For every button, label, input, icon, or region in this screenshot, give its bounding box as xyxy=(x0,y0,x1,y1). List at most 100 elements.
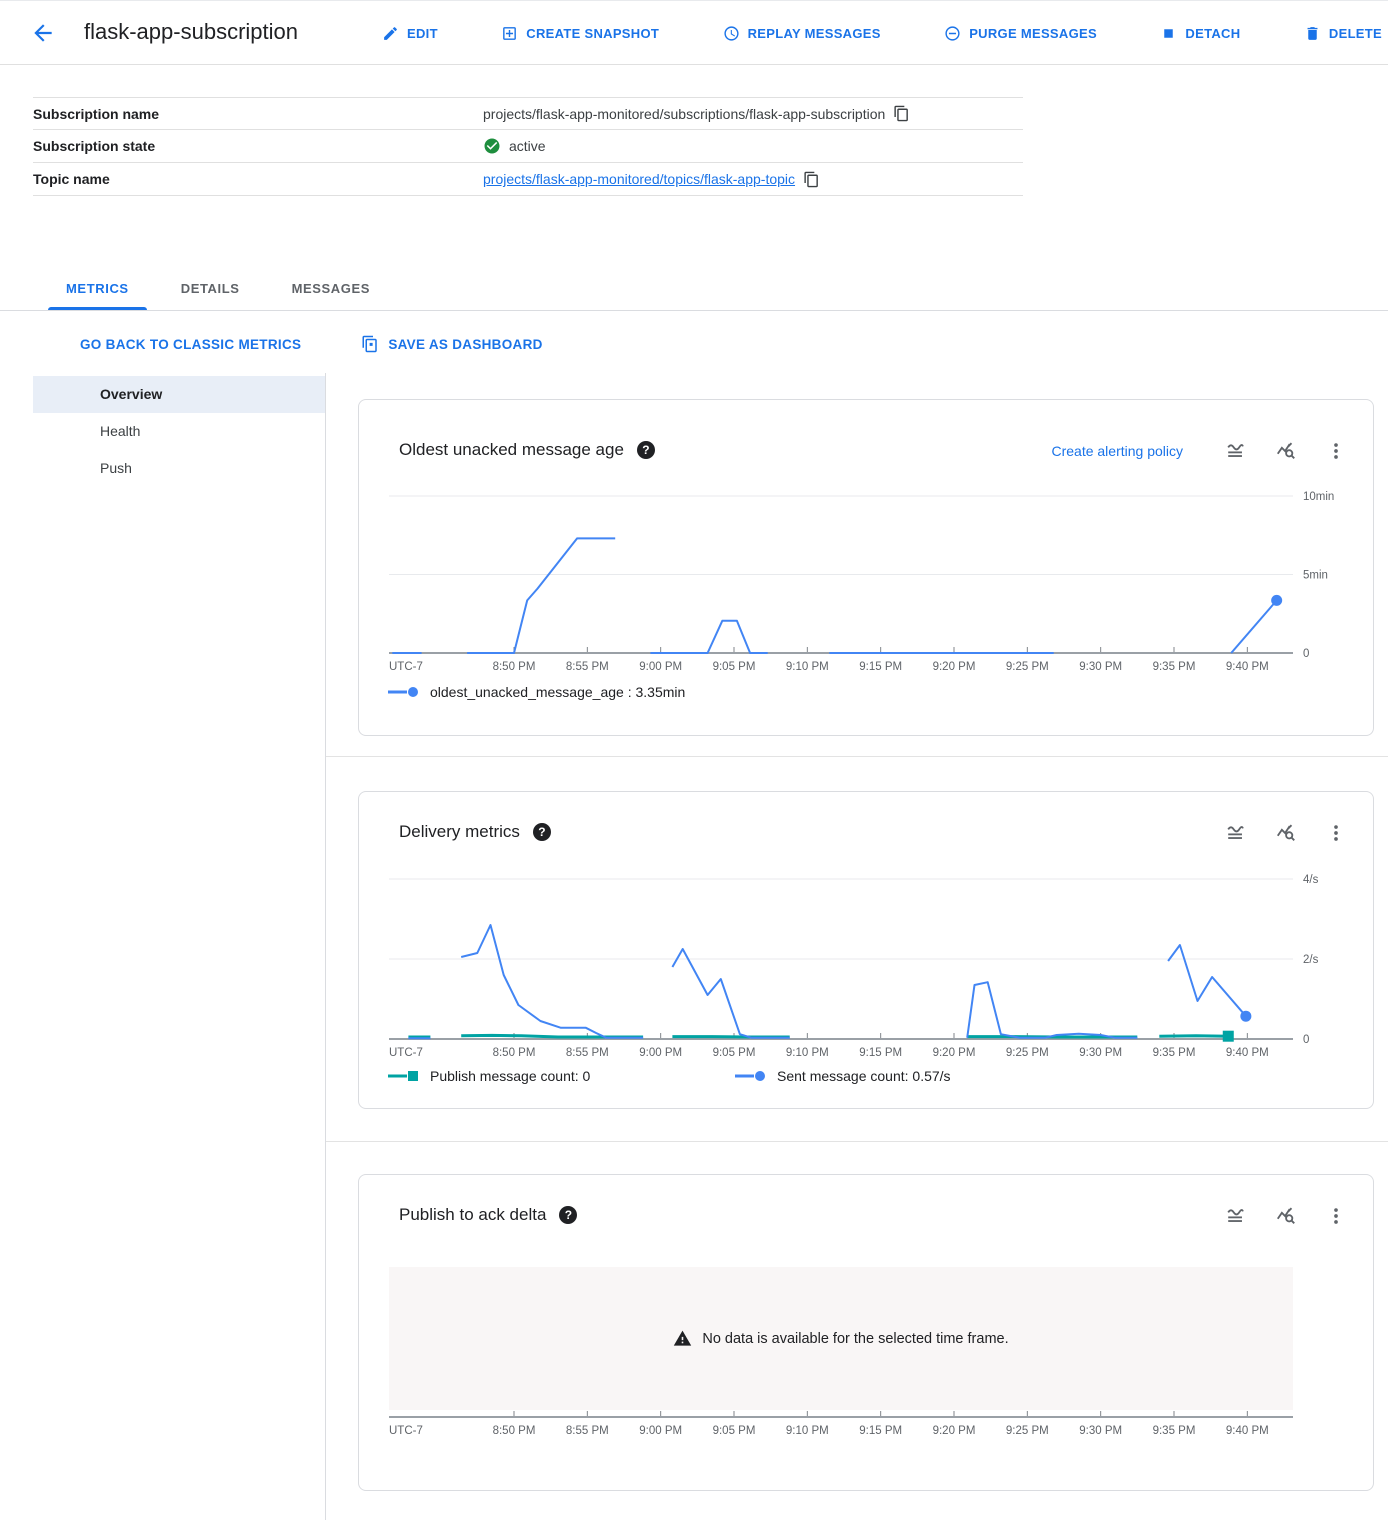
trash-icon xyxy=(1304,25,1321,42)
chart-card-oldest-unacked: Oldest unacked message age ? Create aler… xyxy=(358,399,1374,736)
x-tick-label: 8:55 PM xyxy=(566,1047,609,1059)
series-end-marker xyxy=(1271,595,1282,606)
legend-item: Sent message count: 0.57/s xyxy=(732,1068,1079,1084)
series-end-marker xyxy=(1223,1031,1234,1042)
x-tick-label: 9:10 PM xyxy=(786,661,829,673)
delivery-metrics-chart: 4/s2/s08:50 PM8:55 PM9:00 PM9:05 PM9:10 … xyxy=(359,792,1373,1108)
replay-messages-button[interactable]: REPLAY MESSAGES xyxy=(723,25,881,42)
purge-messages-label: PURGE MESSAGES xyxy=(969,26,1097,41)
tab-messages[interactable]: MESSAGES xyxy=(266,267,396,310)
go-back-classic-metrics-link[interactable]: GO BACK TO CLASSIC METRICS xyxy=(80,337,301,352)
x-tick-label: 9:05 PM xyxy=(713,1047,756,1059)
x-tick-label: 9:30 PM xyxy=(1079,1425,1122,1437)
timezone-label: UTC-7 xyxy=(389,1047,423,1059)
legend-label: oldest_unacked_message_age : 3.35min xyxy=(430,684,685,700)
detach-button[interactable]: DETACH xyxy=(1160,25,1240,42)
subscription-name-label: Subscription name xyxy=(33,106,483,122)
dashboard-copy-icon xyxy=(361,335,379,353)
legend-marker xyxy=(385,685,421,699)
table-row: Topic name projects/flask-app-monitored/… xyxy=(33,163,1023,196)
tab-bar: METRICS DETAILS MESSAGES xyxy=(0,267,1388,311)
sidebar-item-push[interactable]: Push xyxy=(33,450,325,487)
section-divider xyxy=(326,1141,1388,1142)
y-axis-label: 5min xyxy=(1303,570,1328,582)
x-tick-label: 9:40 PM xyxy=(1226,1047,1269,1059)
copy-icon[interactable] xyxy=(893,105,910,122)
header-actions: EDIT CREATE SNAPSHOT REPLAY MESSAGES PUR… xyxy=(382,1,1382,65)
edit-label: EDIT xyxy=(407,26,438,41)
subscription-name-value: projects/flask-app-monitored/subscriptio… xyxy=(483,106,885,122)
detach-label: DETACH xyxy=(1185,26,1240,41)
y-axis-label: 0 xyxy=(1303,1034,1309,1046)
x-tick-label: 9:35 PM xyxy=(1153,661,1196,673)
x-tick-label: 9:00 PM xyxy=(639,1047,682,1059)
x-tick-label: 8:50 PM xyxy=(493,1425,536,1437)
legend-item: Publish message count: 0 xyxy=(385,1068,732,1084)
publish-ack-delta-chart: 8:50 PM8:55 PM9:00 PM9:05 PM9:10 PM9:15 … xyxy=(359,1175,1373,1490)
replay-messages-label: REPLAY MESSAGES xyxy=(748,26,881,41)
x-tick-label: 9:20 PM xyxy=(933,1425,976,1437)
timezone-label: UTC-7 xyxy=(389,661,423,673)
topic-link[interactable]: projects/flask-app-monitored/topics/flas… xyxy=(483,171,795,187)
table-row: Subscription name projects/flask-app-mon… xyxy=(33,97,1023,130)
x-tick-label: 9:15 PM xyxy=(859,1047,902,1059)
series-line xyxy=(461,925,643,1038)
x-tick-label: 9:05 PM xyxy=(713,661,756,673)
chart-legend: Publish message count: 0 Sent message cou… xyxy=(385,1068,1079,1084)
pencil-icon xyxy=(382,25,399,42)
metrics-sidebar: Overview Health Push xyxy=(33,376,325,487)
clock-icon xyxy=(723,25,740,42)
sidebar-divider xyxy=(325,373,326,1520)
series-line xyxy=(1168,945,1246,1016)
section-divider xyxy=(326,756,1388,757)
y-axis-label: 4/s xyxy=(1303,874,1319,886)
tab-details[interactable]: DETAILS xyxy=(155,267,266,310)
copy-icon[interactable] xyxy=(803,171,820,188)
y-axis-label: 10min xyxy=(1303,491,1334,503)
series-line xyxy=(967,982,1137,1038)
go-back-label: GO BACK TO CLASSIC METRICS xyxy=(80,337,301,352)
save-as-dashboard-button[interactable]: SAVE AS DASHBOARD xyxy=(361,335,542,353)
x-tick-label: 8:50 PM xyxy=(493,1047,536,1059)
pubsub-subscription-page: flask-app-subscription EDIT CREATE SNAPS… xyxy=(0,0,1388,1520)
sidebar-item-health[interactable]: Health xyxy=(33,413,325,450)
x-tick-label: 9:35 PM xyxy=(1153,1425,1196,1437)
legend-label: Publish message count: 0 xyxy=(430,1068,590,1084)
topic-name-label: Topic name xyxy=(33,171,483,187)
save-as-dashboard-label: SAVE AS DASHBOARD xyxy=(388,337,542,352)
x-tick-label: 8:55 PM xyxy=(566,1425,609,1437)
chart-card-delivery-metrics: Delivery metrics ? 4/s2/s08:50 PM8:55 PM… xyxy=(358,791,1374,1109)
subscription-state-label: Subscription state xyxy=(33,138,483,154)
x-tick-label: 9:30 PM xyxy=(1079,1047,1122,1059)
back-arrow-icon[interactable] xyxy=(30,20,56,46)
sidebar-item-overview[interactable]: Overview xyxy=(33,376,325,413)
edit-button[interactable]: EDIT xyxy=(382,25,438,42)
metrics-toolbar: GO BACK TO CLASSIC METRICS SAVE AS DASHB… xyxy=(80,323,543,365)
x-tick-label: 9:00 PM xyxy=(639,661,682,673)
x-tick-label: 8:50 PM xyxy=(493,661,536,673)
x-tick-label: 9:25 PM xyxy=(1006,1425,1049,1437)
subscription-info-table: Subscription name projects/flask-app-mon… xyxy=(33,97,1023,196)
series-line xyxy=(461,1035,643,1037)
x-tick-label: 8:55 PM xyxy=(566,661,609,673)
x-tick-label: 9:05 PM xyxy=(713,1425,756,1437)
legend-marker xyxy=(385,1069,421,1083)
x-tick-label: 9:35 PM xyxy=(1153,1047,1196,1059)
check-circle-icon xyxy=(483,137,501,155)
x-tick-label: 9:15 PM xyxy=(859,1425,902,1437)
chart-legend: oldest_unacked_message_age : 3.35min xyxy=(385,684,685,700)
page-title: flask-app-subscription xyxy=(84,19,298,45)
x-tick-label: 9:20 PM xyxy=(933,661,976,673)
purge-messages-button[interactable]: PURGE MESSAGES xyxy=(944,25,1097,42)
series-line xyxy=(467,538,615,653)
x-tick-label: 9:40 PM xyxy=(1226,661,1269,673)
x-tick-label: 9:40 PM xyxy=(1226,1425,1269,1437)
series-line xyxy=(1231,600,1277,653)
series-line xyxy=(650,621,767,653)
x-tick-label: 9:20 PM xyxy=(933,1047,976,1059)
delete-button[interactable]: DELETE xyxy=(1304,25,1382,42)
y-axis-label: 2/s xyxy=(1303,954,1319,966)
create-snapshot-button[interactable]: CREATE SNAPSHOT xyxy=(501,25,659,42)
x-tick-label: 9:10 PM xyxy=(786,1425,829,1437)
tab-metrics[interactable]: METRICS xyxy=(40,267,155,310)
